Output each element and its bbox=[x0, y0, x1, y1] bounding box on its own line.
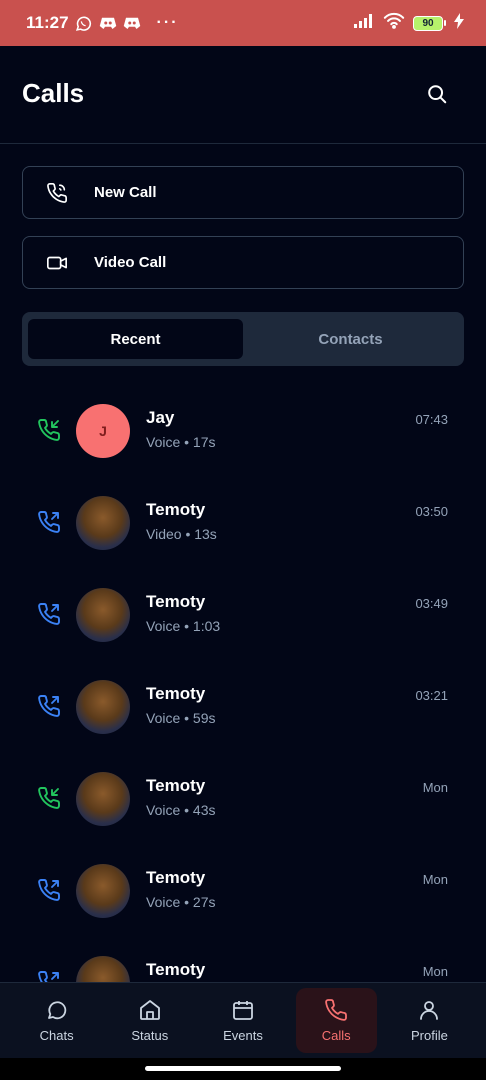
call-meta: Voice • 59s bbox=[146, 710, 216, 726]
avatar[interactable] bbox=[76, 680, 130, 734]
call-time: 03:21 bbox=[415, 688, 448, 703]
call-name: Temoty bbox=[146, 868, 206, 887]
avatar[interactable] bbox=[76, 864, 130, 918]
nav-status-label: Status bbox=[131, 1028, 169, 1043]
call-row[interactable]: Temoty Mon bbox=[0, 940, 486, 982]
gesture-bar[interactable] bbox=[145, 1066, 341, 1071]
outgoing-call-icon bbox=[38, 511, 60, 533]
nav-status[interactable]: Status bbox=[109, 988, 190, 1053]
phone-icon bbox=[325, 999, 348, 1021]
outgoing-call-icon bbox=[38, 695, 60, 717]
app-header: Calls bbox=[0, 46, 486, 144]
call-list: J Jay Voice • 17s 07:43 Temoty Video • 13s 03:… bbox=[0, 388, 486, 982]
nav-profile-label: Profile bbox=[410, 1028, 448, 1043]
discord-icon bbox=[99, 14, 117, 32]
call-time: 03:50 bbox=[415, 504, 448, 519]
new-call-label: New Call bbox=[94, 184, 157, 201]
more-notifications-icon: ··· bbox=[156, 14, 179, 31]
call-name: Temoty bbox=[146, 592, 206, 611]
call-time: 07:43 bbox=[415, 412, 448, 427]
avatar[interactable] bbox=[76, 772, 130, 826]
tab-contacts[interactable]: Contacts bbox=[243, 319, 458, 359]
user-icon bbox=[420, 1001, 439, 1020]
battery-level: 90 bbox=[413, 15, 443, 31]
call-meta: Voice • 27s bbox=[146, 894, 216, 910]
search-button[interactable] bbox=[420, 77, 454, 111]
call-meta: Voice • 1:03 bbox=[146, 618, 221, 634]
video-camera-icon bbox=[45, 251, 69, 275]
call-meta: Video • 13s bbox=[146, 526, 217, 542]
nav-chats-label: Chats bbox=[39, 1028, 74, 1043]
outgoing-call-icon bbox=[38, 603, 60, 625]
phone-plus-icon bbox=[45, 181, 69, 205]
call-row[interactable]: Temoty Voice • 27s Mon bbox=[0, 848, 486, 940]
battery-icon: 90 bbox=[413, 15, 446, 31]
call-name: Temoty bbox=[146, 684, 206, 703]
discord-icon-2 bbox=[123, 14, 141, 32]
call-name: Jay bbox=[146, 408, 175, 427]
new-call-button[interactable]: New Call bbox=[22, 166, 464, 219]
call-name: Temoty bbox=[146, 960, 206, 979]
wifi-icon bbox=[383, 12, 405, 34]
call-time: Mon bbox=[422, 780, 448, 795]
call-time: Mon bbox=[422, 964, 448, 979]
charging-icon bbox=[454, 12, 464, 34]
avatar[interactable] bbox=[76, 956, 130, 982]
home-icon bbox=[139, 1000, 160, 1020]
bottom-nav: Chats Status Events Calls Profile bbox=[0, 982, 486, 1058]
nav-calls[interactable]: Calls bbox=[295, 988, 377, 1053]
whatsapp-icon bbox=[75, 14, 93, 32]
status-bar: 11:27 ··· 90 bbox=[0, 0, 486, 46]
call-name: Temoty bbox=[146, 500, 206, 519]
video-call-label: Video Call bbox=[94, 254, 167, 271]
call-row[interactable]: Temoty Voice • 43s Mon bbox=[0, 756, 486, 848]
call-meta: Voice • 43s bbox=[146, 802, 216, 818]
call-time: Mon bbox=[422, 872, 448, 887]
nav-events-label: Events bbox=[223, 1028, 263, 1043]
call-row[interactable]: Temoty Voice • 1:03 03:49 bbox=[0, 572, 486, 664]
nav-profile[interactable]: Profile bbox=[389, 988, 470, 1053]
nav-calls-label: Calls bbox=[321, 1028, 351, 1043]
nav-events[interactable]: Events bbox=[202, 988, 283, 1053]
search-icon bbox=[428, 85, 447, 104]
signal-icon bbox=[353, 13, 375, 34]
page-title: Calls bbox=[22, 78, 85, 108]
call-row[interactable]: Temoty Video • 13s 03:50 bbox=[0, 480, 486, 572]
video-call-button[interactable]: Video Call bbox=[22, 236, 464, 289]
call-time: 03:49 bbox=[415, 596, 448, 611]
outgoing-call-icon bbox=[38, 971, 59, 982]
avatar[interactable] bbox=[76, 496, 130, 550]
call-row[interactable]: Temoty Voice • 59s 03:21 bbox=[0, 664, 486, 756]
calendar-icon bbox=[233, 1001, 253, 1020]
call-name: Temoty bbox=[146, 776, 206, 795]
call-tabs: Recent Contacts bbox=[22, 312, 464, 366]
tab-recent[interactable]: Recent bbox=[28, 319, 243, 359]
call-row[interactable]: J Jay Voice • 17s 07:43 bbox=[0, 388, 486, 480]
incoming-call-icon bbox=[38, 419, 60, 441]
call-meta: Voice • 17s bbox=[146, 434, 216, 450]
outgoing-call-icon bbox=[38, 879, 60, 901]
avatar[interactable]: J bbox=[76, 404, 130, 458]
status-time: 11:27 bbox=[26, 13, 69, 32]
avatar[interactable] bbox=[76, 588, 130, 642]
chat-icon bbox=[47, 1001, 66, 1020]
incoming-call-icon bbox=[38, 787, 60, 809]
nav-chats[interactable]: Chats bbox=[16, 988, 97, 1053]
